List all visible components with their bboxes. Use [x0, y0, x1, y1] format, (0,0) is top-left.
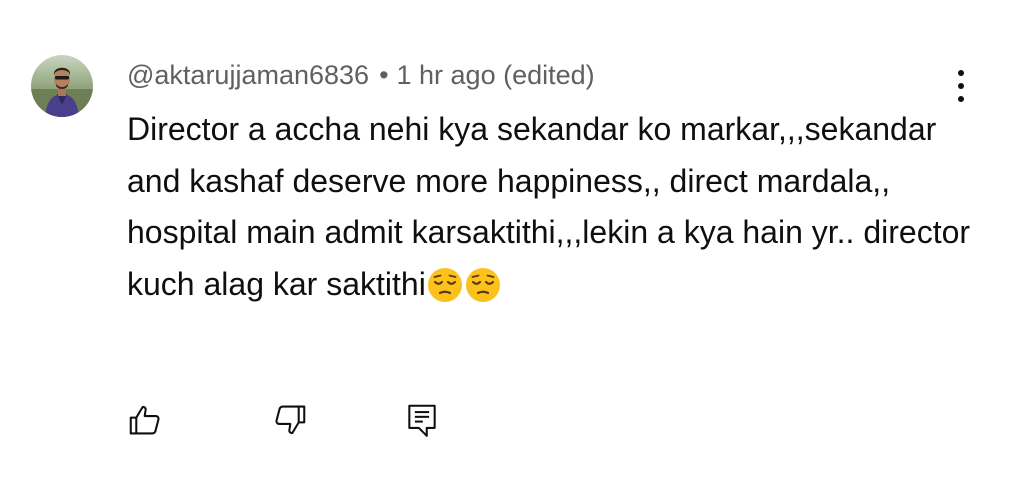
comment-reply-icon [408, 404, 436, 437]
comment-body: Director a accha nehi kya sekandar ko ma… [127, 104, 987, 317]
more-vert-icon-dot [958, 83, 964, 89]
avatar-image [31, 55, 93, 117]
thumb-down-icon [275, 405, 306, 435]
more-vert-icon [958, 70, 964, 76]
like-button[interactable] [125, 400, 165, 440]
author-handle[interactable]: @aktarujjaman6836 [127, 60, 369, 90]
comment-header: @aktarujjaman6836 • 1 hr ago (edited) [127, 55, 595, 95]
comment-card: @aktarujjaman6836 • 1 hr ago (edited) Dire… [0, 0, 1024, 479]
comment-text: Director a accha nehi kya sekandar ko ma… [127, 111, 971, 302]
emoji-group [426, 266, 502, 318]
reply-button[interactable] [402, 400, 442, 440]
thumb-up-icon [129, 405, 160, 435]
pensive-face-emoji-icon [465, 267, 500, 302]
pensive-face-emoji-icon [427, 267, 462, 302]
meta-separator: • [379, 60, 389, 90]
comment-timestamp[interactable]: 1 hr ago (edited) [397, 60, 595, 90]
avatar[interactable] [31, 55, 93, 117]
more-options-button[interactable] [944, 62, 978, 110]
dislike-button[interactable] [270, 400, 310, 440]
more-vert-icon-dot [958, 96, 964, 102]
